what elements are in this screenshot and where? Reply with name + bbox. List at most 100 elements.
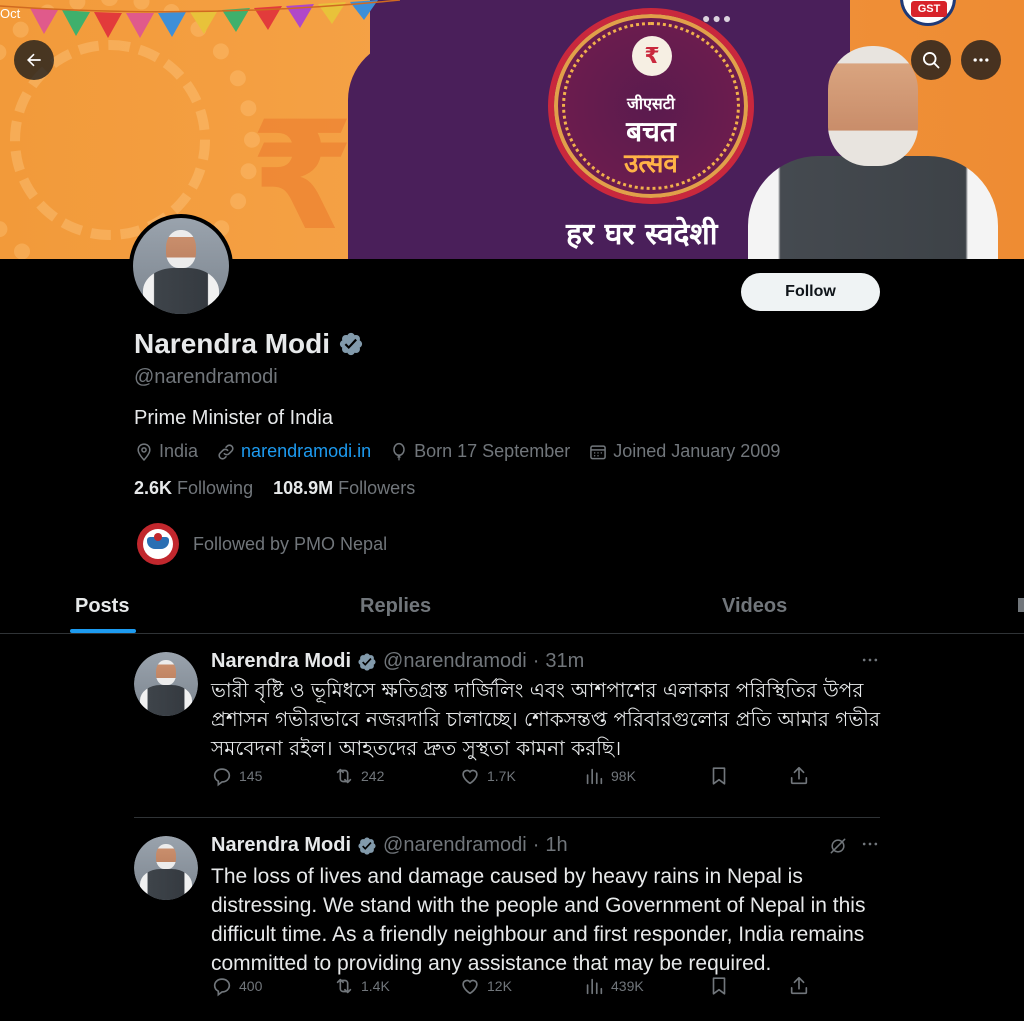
birthday-text: Born 17 September — [414, 441, 571, 461]
profile-name: Narendra Modi — [134, 328, 331, 359]
bookmark-icon — [712, 977, 726, 995]
repost-icon — [336, 978, 352, 994]
post-more-button[interactable] — [860, 834, 880, 854]
view-count: 439K — [611, 978, 644, 994]
followers-link[interactable]: 108.9M Followers — [273, 478, 415, 498]
search-button[interactable] — [911, 40, 951, 80]
more-horizontal-icon — [973, 58, 989, 62]
banner-slogan: हर घर स्वदेशी — [566, 217, 718, 252]
more-horizontal-icon — [862, 658, 878, 662]
repost-count: 242 — [361, 768, 385, 784]
post-author-handle[interactable]: @narendramodi — [383, 834, 527, 857]
tab-overflow-edge — [1018, 598, 1024, 612]
reply-icon — [213, 768, 231, 787]
like-button[interactable]: 1.7K — [459, 765, 516, 787]
calendar-icon — [590, 444, 607, 459]
share-icon — [790, 976, 808, 995]
views-button[interactable]: 98K — [583, 765, 636, 787]
profile-avatar[interactable] — [129, 214, 233, 318]
emblem-line-3: उत्सव — [624, 149, 678, 179]
arrow-left-icon — [27, 53, 41, 67]
gst-bachat-utsav-emblem: ₹ जीएसटी बचत उत्सव — [548, 8, 754, 204]
share-button[interactable] — [788, 765, 810, 787]
following-link[interactable]: 2.6K Following — [134, 478, 253, 498]
location-text: India — [159, 441, 199, 461]
website-item[interactable]: narendramodi.in — [216, 441, 371, 462]
link-icon — [218, 443, 234, 460]
like-button[interactable]: 12K — [459, 975, 512, 997]
following-label: Following — [177, 478, 254, 498]
tab-replies[interactable]: Replies — [360, 586, 431, 633]
views-button[interactable]: 439K — [583, 975, 644, 997]
tab-posts[interactable]: Posts — [75, 586, 129, 633]
post-author-handle[interactable]: @narendramodi — [383, 650, 527, 673]
active-tab-indicator — [70, 629, 136, 633]
bookmark-button[interactable] — [708, 975, 730, 997]
heart-icon — [462, 769, 478, 785]
bunting-flags — [0, 0, 400, 38]
reply-count: 400 — [239, 978, 263, 994]
more-horizontal-icon — [862, 842, 878, 846]
search-icon — [923, 52, 940, 69]
reply-button[interactable]: 400 — [211, 975, 262, 997]
more-options-button[interactable] — [961, 40, 1001, 80]
website-link[interactable]: narendramodi.in — [241, 441, 371, 462]
gst-badge: GST — [900, 0, 956, 26]
following-count: 2.6K — [134, 478, 173, 498]
verified-badge-icon — [358, 836, 376, 855]
verified-badge-icon — [358, 652, 376, 671]
bookmark-button[interactable] — [708, 765, 730, 787]
analytics-icon — [586, 768, 603, 785]
post-author-avatar[interactable] — [134, 652, 198, 716]
post-divider — [134, 817, 880, 818]
profile-bio: Prime Minister of India — [134, 407, 333, 429]
profile-banner[interactable]: ₹ ₹ Oct ●●● ₹ जीएसटी बचत उत्सव हर घर स्व… — [0, 0, 1024, 259]
post-separator: · — [532, 650, 540, 672]
post-text: ভারী বৃষ্টি ও ভূমিধসে ক্ষতিগ্রস্ত দার্জি… — [211, 678, 880, 760]
grok-icon — [830, 838, 846, 854]
emblem-line-1: जीएसटी — [627, 94, 675, 113]
heart-icon — [462, 979, 478, 995]
banner-date-fragment: Oct — [0, 6, 21, 21]
back-button[interactable] — [14, 40, 54, 80]
reply-icon — [213, 978, 231, 997]
profile-handle: @narendramodi — [134, 366, 278, 388]
post-author-name[interactable]: Narendra Modi — [211, 650, 351, 673]
post-more-button[interactable] — [860, 650, 880, 670]
reply-count: 145 — [239, 768, 263, 784]
repost-count: 1.4K — [361, 978, 390, 994]
followers-count: 108.9M — [273, 478, 334, 498]
location-pin-icon — [137, 442, 151, 461]
post-author-avatar[interactable] — [134, 836, 198, 900]
post-header: Narendra Modi @narendramodi · 31m — [211, 650, 584, 673]
pmo-nepal-avatar — [137, 523, 179, 565]
share-icon — [790, 766, 808, 785]
tab-videos[interactable]: Videos — [722, 586, 787, 633]
follow-stats: 2.6K Following 108.9M Followers — [134, 478, 415, 499]
post-author-name[interactable]: Narendra Modi — [211, 834, 351, 857]
followers-label: Followers — [338, 478, 416, 498]
repost-button[interactable]: 242 — [333, 765, 384, 787]
post-time[interactable]: 1h — [545, 834, 567, 857]
joined-text: Joined January 2009 — [613, 441, 781, 461]
balloon-icon — [393, 442, 405, 460]
post-text: The loss of lives and damage caused by h… — [211, 865, 866, 975]
post-separator: · — [532, 834, 540, 856]
follow-button[interactable]: Follow — [741, 273, 880, 311]
repost-button[interactable]: 1.4K — [333, 975, 390, 997]
reply-button[interactable]: 145 — [211, 765, 262, 787]
share-button[interactable] — [788, 975, 810, 997]
verified-badge-icon[interactable] — [338, 331, 364, 357]
like-count: 1.7K — [487, 768, 516, 784]
like-count: 12K — [487, 978, 512, 994]
rupee-watermark: ₹ — [250, 90, 355, 259]
location-item: India — [134, 441, 198, 462]
profile-tabs: Posts Replies Videos — [0, 586, 1024, 634]
profile-meta: India narendramodi.in Born 17 September … — [134, 441, 798, 462]
post-time[interactable]: 31m — [545, 650, 584, 673]
post-header: Narendra Modi @narendramodi · 1h — [211, 834, 568, 857]
followed-by[interactable]: Followed by PMO Nepal — [137, 523, 387, 565]
repost-icon — [336, 768, 352, 784]
birthday-item: Born 17 September — [389, 441, 570, 462]
grok-translate-button[interactable] — [828, 836, 848, 856]
